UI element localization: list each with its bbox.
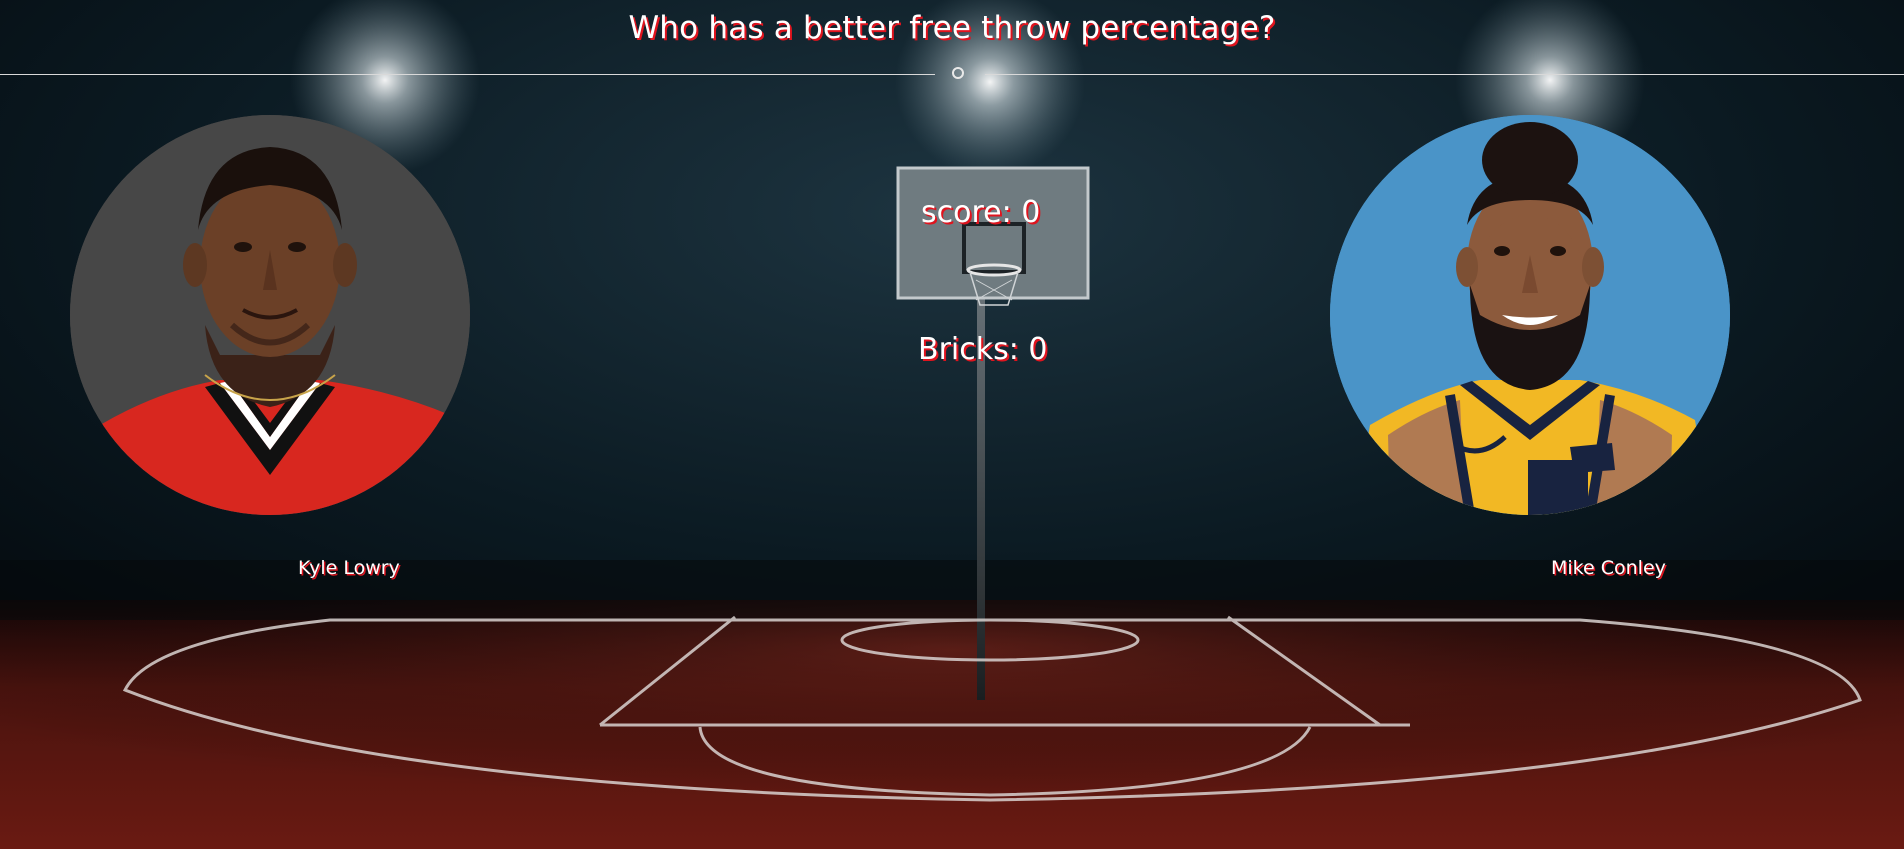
player-name-left: Kyle Lowry xyxy=(298,557,400,579)
header-divider-right xyxy=(985,74,1904,75)
header-divider-left xyxy=(0,74,935,75)
score-counter: score: 0 xyxy=(921,195,1041,230)
player-photo-left[interactable] xyxy=(70,115,470,515)
bricks-counter: Bricks: 0 xyxy=(918,332,1048,367)
question-title: Who has a better free throw percentage? xyxy=(628,10,1276,46)
player-portrait-mike-conley xyxy=(1330,115,1730,515)
player-photo-right[interactable] xyxy=(1330,115,1730,515)
player-portrait-kyle-lowry xyxy=(70,115,470,515)
player-name-right: Mike Conley xyxy=(1551,557,1666,579)
divider-circle-icon xyxy=(952,67,964,79)
